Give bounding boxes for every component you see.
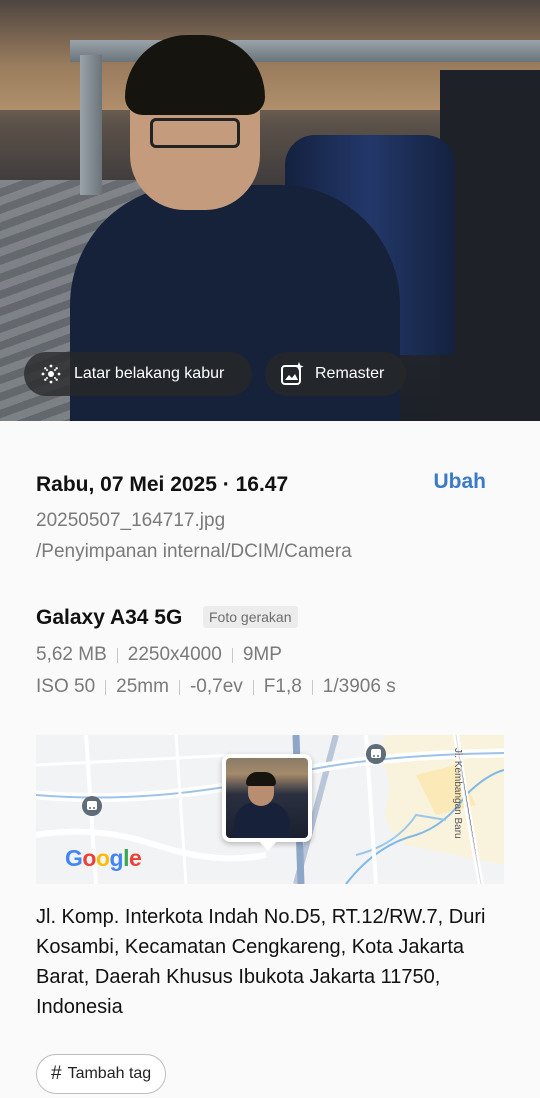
file-size: 5,62 MB: [36, 644, 107, 665]
hashtag-icon: #: [51, 1063, 62, 1084]
background-blur-label: Latar belakang kabur: [74, 365, 225, 382]
thumb-body: [234, 802, 290, 838]
exposure-value: -0,7ev: [189, 676, 243, 697]
file-specs-row: 5,62 MB 2250x4000 9MP: [36, 644, 282, 666]
photo-rack: [440, 70, 540, 421]
map-street-label: Jl. Kembangan Baru: [452, 748, 463, 839]
photo-subject-glasses: [150, 118, 240, 148]
megapixels: 9MP: [242, 644, 282, 665]
map-photo-pin[interactable]: [222, 754, 312, 842]
divider: [105, 679, 107, 695]
photo-datetime: Rabu, 07 Mei 2025 · 16.47: [36, 473, 289, 496]
photo-pipe-vertical: [80, 55, 102, 195]
pin-thumbnail: [226, 758, 308, 838]
divider: [252, 679, 254, 695]
edit-datetime-button[interactable]: Ubah: [434, 470, 487, 494]
aperture-value: F1,8: [263, 676, 302, 697]
divider: [116, 647, 118, 663]
resolution: 2250x4000: [127, 644, 222, 665]
divider: [231, 647, 233, 663]
thumb-hair: [246, 772, 276, 786]
add-tag-label: Tambah tag: [67, 1065, 152, 1082]
blur-icon: [38, 361, 64, 387]
shutter-speed: 1/3906 s: [322, 676, 396, 697]
remaster-button[interactable]: Remaster: [265, 352, 406, 396]
background-blur-button[interactable]: Latar belakang kabur: [24, 352, 252, 396]
remaster-icon: [279, 361, 305, 387]
google-logo: Google: [65, 845, 142, 871]
add-tag-button[interactable]: # Tambah tag: [36, 1054, 167, 1094]
divider: [311, 679, 313, 695]
divider: [178, 679, 180, 695]
camera-specs-row: ISO 50 25mm -0,7ev F1,8 1/3906 s: [36, 676, 396, 698]
transit-icon: [82, 796, 102, 816]
file-name: 20250507_164717.jpg: [36, 510, 226, 531]
location-address: Jl. Komp. Interkota Indah No.D5, RT.12/R…: [36, 906, 486, 1018]
motion-photo-badge: Foto gerakan: [203, 606, 298, 628]
remaster-label: Remaster: [315, 365, 385, 382]
transit-icon: [366, 744, 386, 764]
photo-preview[interactable]: Latar belakang kabur Remaster: [0, 0, 540, 421]
map-pin-tail: [259, 841, 277, 851]
focal-length: 25mm: [116, 676, 169, 697]
device-name: Galaxy A34 5G: [36, 606, 183, 629]
iso-value: ISO 50: [36, 676, 96, 697]
file-path: /Penyimpanan internal/DCIM/Camera: [36, 541, 352, 562]
